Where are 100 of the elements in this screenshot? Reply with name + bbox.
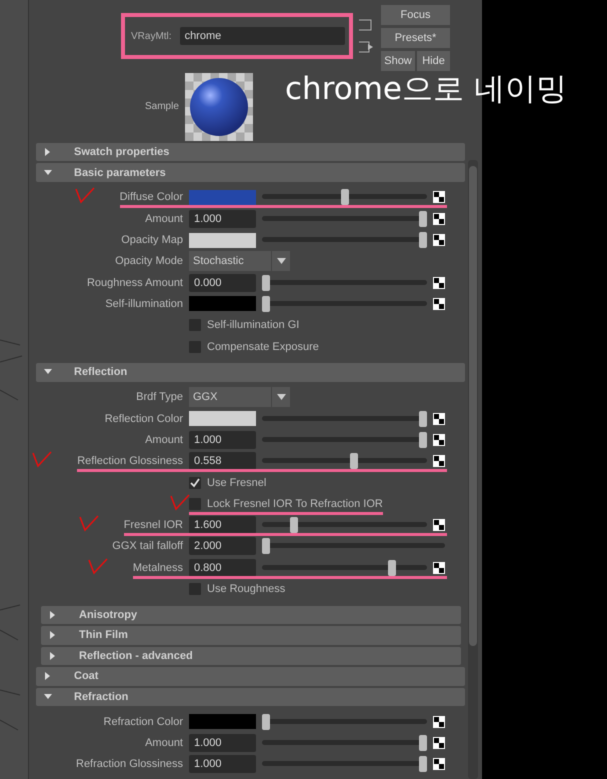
- value-field[interactable]: 0.558: [189, 452, 256, 470]
- value-field[interactable]: 0.800: [189, 558, 256, 577]
- checkbox-label: Self-illumination GI: [207, 319, 300, 332]
- checker-map-icon[interactable]: [433, 212, 445, 225]
- slider-track[interactable]: [262, 735, 427, 752]
- material-name-field[interactable]: chrome: [180, 27, 345, 45]
- sample-label: Sample: [145, 101, 179, 112]
- checker-map-icon[interactable]: [433, 191, 445, 204]
- checker-map-icon[interactable]: [433, 758, 445, 770]
- slider-track[interactable]: [262, 432, 427, 448]
- color-swatch[interactable]: [189, 714, 256, 730]
- slider-thumb[interactable]: [290, 517, 298, 534]
- slider-track[interactable]: [262, 274, 427, 291]
- slider-thumb[interactable]: [419, 735, 427, 752]
- caret-icon: [276, 394, 286, 400]
- material-preview-icon: [184, 72, 253, 141]
- checkbox-label: Use Fresnel: [207, 476, 266, 489]
- checker-map-icon[interactable]: [433, 434, 445, 446]
- section-header[interactable]: Reflection: [36, 363, 465, 382]
- slider-track[interactable]: [262, 756, 427, 772]
- value-field[interactable]: 2.000: [189, 537, 256, 556]
- checker-map-icon[interactable]: [433, 234, 445, 246]
- slider-track[interactable]: [262, 189, 427, 206]
- slider-thumb[interactable]: [262, 274, 270, 291]
- slider-thumb[interactable]: [262, 538, 270, 554]
- checkbox[interactable]: [189, 583, 201, 596]
- attribute-label: GGX tail falloff: [112, 540, 183, 552]
- input-port-icon[interactable]: [359, 19, 373, 31]
- section-header[interactable]: Coat: [36, 667, 465, 686]
- checkbox[interactable]: [189, 340, 201, 353]
- toolbar-button[interactable]: Show: [381, 51, 415, 72]
- checkbox[interactable]: [189, 476, 201, 489]
- slider-track[interactable]: [262, 410, 427, 427]
- slider-thumb[interactable]: [419, 232, 427, 248]
- attribute-label: Self-illumination: [105, 298, 183, 310]
- color-swatch[interactable]: [189, 190, 256, 205]
- material-type-label: VRayMtl:: [131, 30, 172, 42]
- value-field[interactable]: 1.600: [189, 516, 256, 534]
- section-header[interactable]: Refraction: [36, 688, 465, 706]
- check-mark-icon: [78, 513, 100, 534]
- scrollbar[interactable]: [468, 160, 478, 779]
- checker-map-icon[interactable]: [433, 276, 445, 289]
- slider-thumb[interactable]: [350, 453, 358, 470]
- slider-thumb[interactable]: [262, 714, 270, 730]
- section-header[interactable]: Reflection - advanced: [41, 646, 461, 666]
- slider-thumb[interactable]: [262, 296, 270, 312]
- expand-arrow-icon: [44, 148, 52, 156]
- section-header[interactable]: Anisotropy: [41, 606, 461, 624]
- dropdown[interactable]: GGX: [189, 387, 427, 408]
- section-header[interactable]: Swatch properties: [36, 142, 465, 162]
- attribute-label: Amount: [145, 737, 183, 750]
- slider-track[interactable]: [262, 210, 427, 227]
- attribute-label: Refraction Glossiness: [76, 758, 183, 770]
- color-swatch[interactable]: [189, 296, 256, 312]
- checker-map-icon[interactable]: [433, 455, 445, 468]
- checker-map-icon[interactable]: [433, 737, 445, 750]
- expand-arrow-icon: [44, 672, 52, 680]
- color-swatch[interactable]: [189, 411, 256, 426]
- section-header[interactable]: Thin Film: [41, 626, 461, 645]
- attribute-label: Fresnel IOR: [124, 519, 183, 532]
- slider-thumb[interactable]: [388, 560, 396, 576]
- dropdown[interactable]: Stochastic: [189, 251, 427, 272]
- section-header[interactable]: Basic parameters: [36, 163, 465, 182]
- checker-map-icon[interactable]: [433, 519, 445, 532]
- value-field[interactable]: 0.000: [189, 274, 256, 292]
- checkbox[interactable]: [189, 319, 201, 332]
- slider-track[interactable]: [262, 517, 427, 534]
- check-mark-icon: [86, 556, 109, 576]
- value-field[interactable]: 1.000: [189, 734, 256, 752]
- check-mark-icon: [169, 492, 191, 512]
- color-swatch[interactable]: [189, 232, 256, 248]
- slider-track[interactable]: [262, 232, 427, 248]
- value-field[interactable]: 1.000: [189, 430, 256, 449]
- slider-track[interactable]: [262, 538, 445, 554]
- attribute-label: Roughness Amount: [86, 276, 183, 289]
- expand-arrow-icon: [44, 692, 52, 701]
- slider-thumb[interactable]: [340, 189, 348, 206]
- slider-track[interactable]: [262, 560, 427, 576]
- toolbar-button[interactable]: Presets*: [381, 28, 450, 48]
- slider-track[interactable]: [262, 296, 427, 312]
- value-field[interactable]: 1.000: [189, 210, 256, 228]
- slider-thumb[interactable]: [419, 410, 427, 427]
- value-field[interactable]: 1.000: [189, 755, 256, 774]
- slider-track[interactable]: [262, 714, 427, 730]
- checker-map-icon[interactable]: [433, 298, 445, 310]
- checkbox[interactable]: [189, 498, 201, 510]
- attribute-label: Reflection Glossiness: [77, 455, 183, 468]
- slider-thumb[interactable]: [419, 432, 427, 448]
- checkbox-label: Compensate Exposure: [207, 340, 319, 353]
- checker-map-icon[interactable]: [433, 716, 445, 728]
- checker-map-icon[interactable]: [433, 562, 445, 574]
- slider-thumb[interactable]: [419, 210, 427, 227]
- checker-map-icon[interactable]: [433, 412, 445, 425]
- output-port-icon[interactable]: [359, 41, 373, 53]
- slider-track[interactable]: [262, 453, 427, 470]
- toolbar-button[interactable]: Focus: [381, 5, 450, 25]
- toolbar-button[interactable]: Hide: [417, 51, 450, 72]
- expand-arrow-icon: [49, 631, 57, 640]
- check-mark-icon: [74, 185, 96, 206]
- slider-thumb[interactable]: [419, 756, 427, 772]
